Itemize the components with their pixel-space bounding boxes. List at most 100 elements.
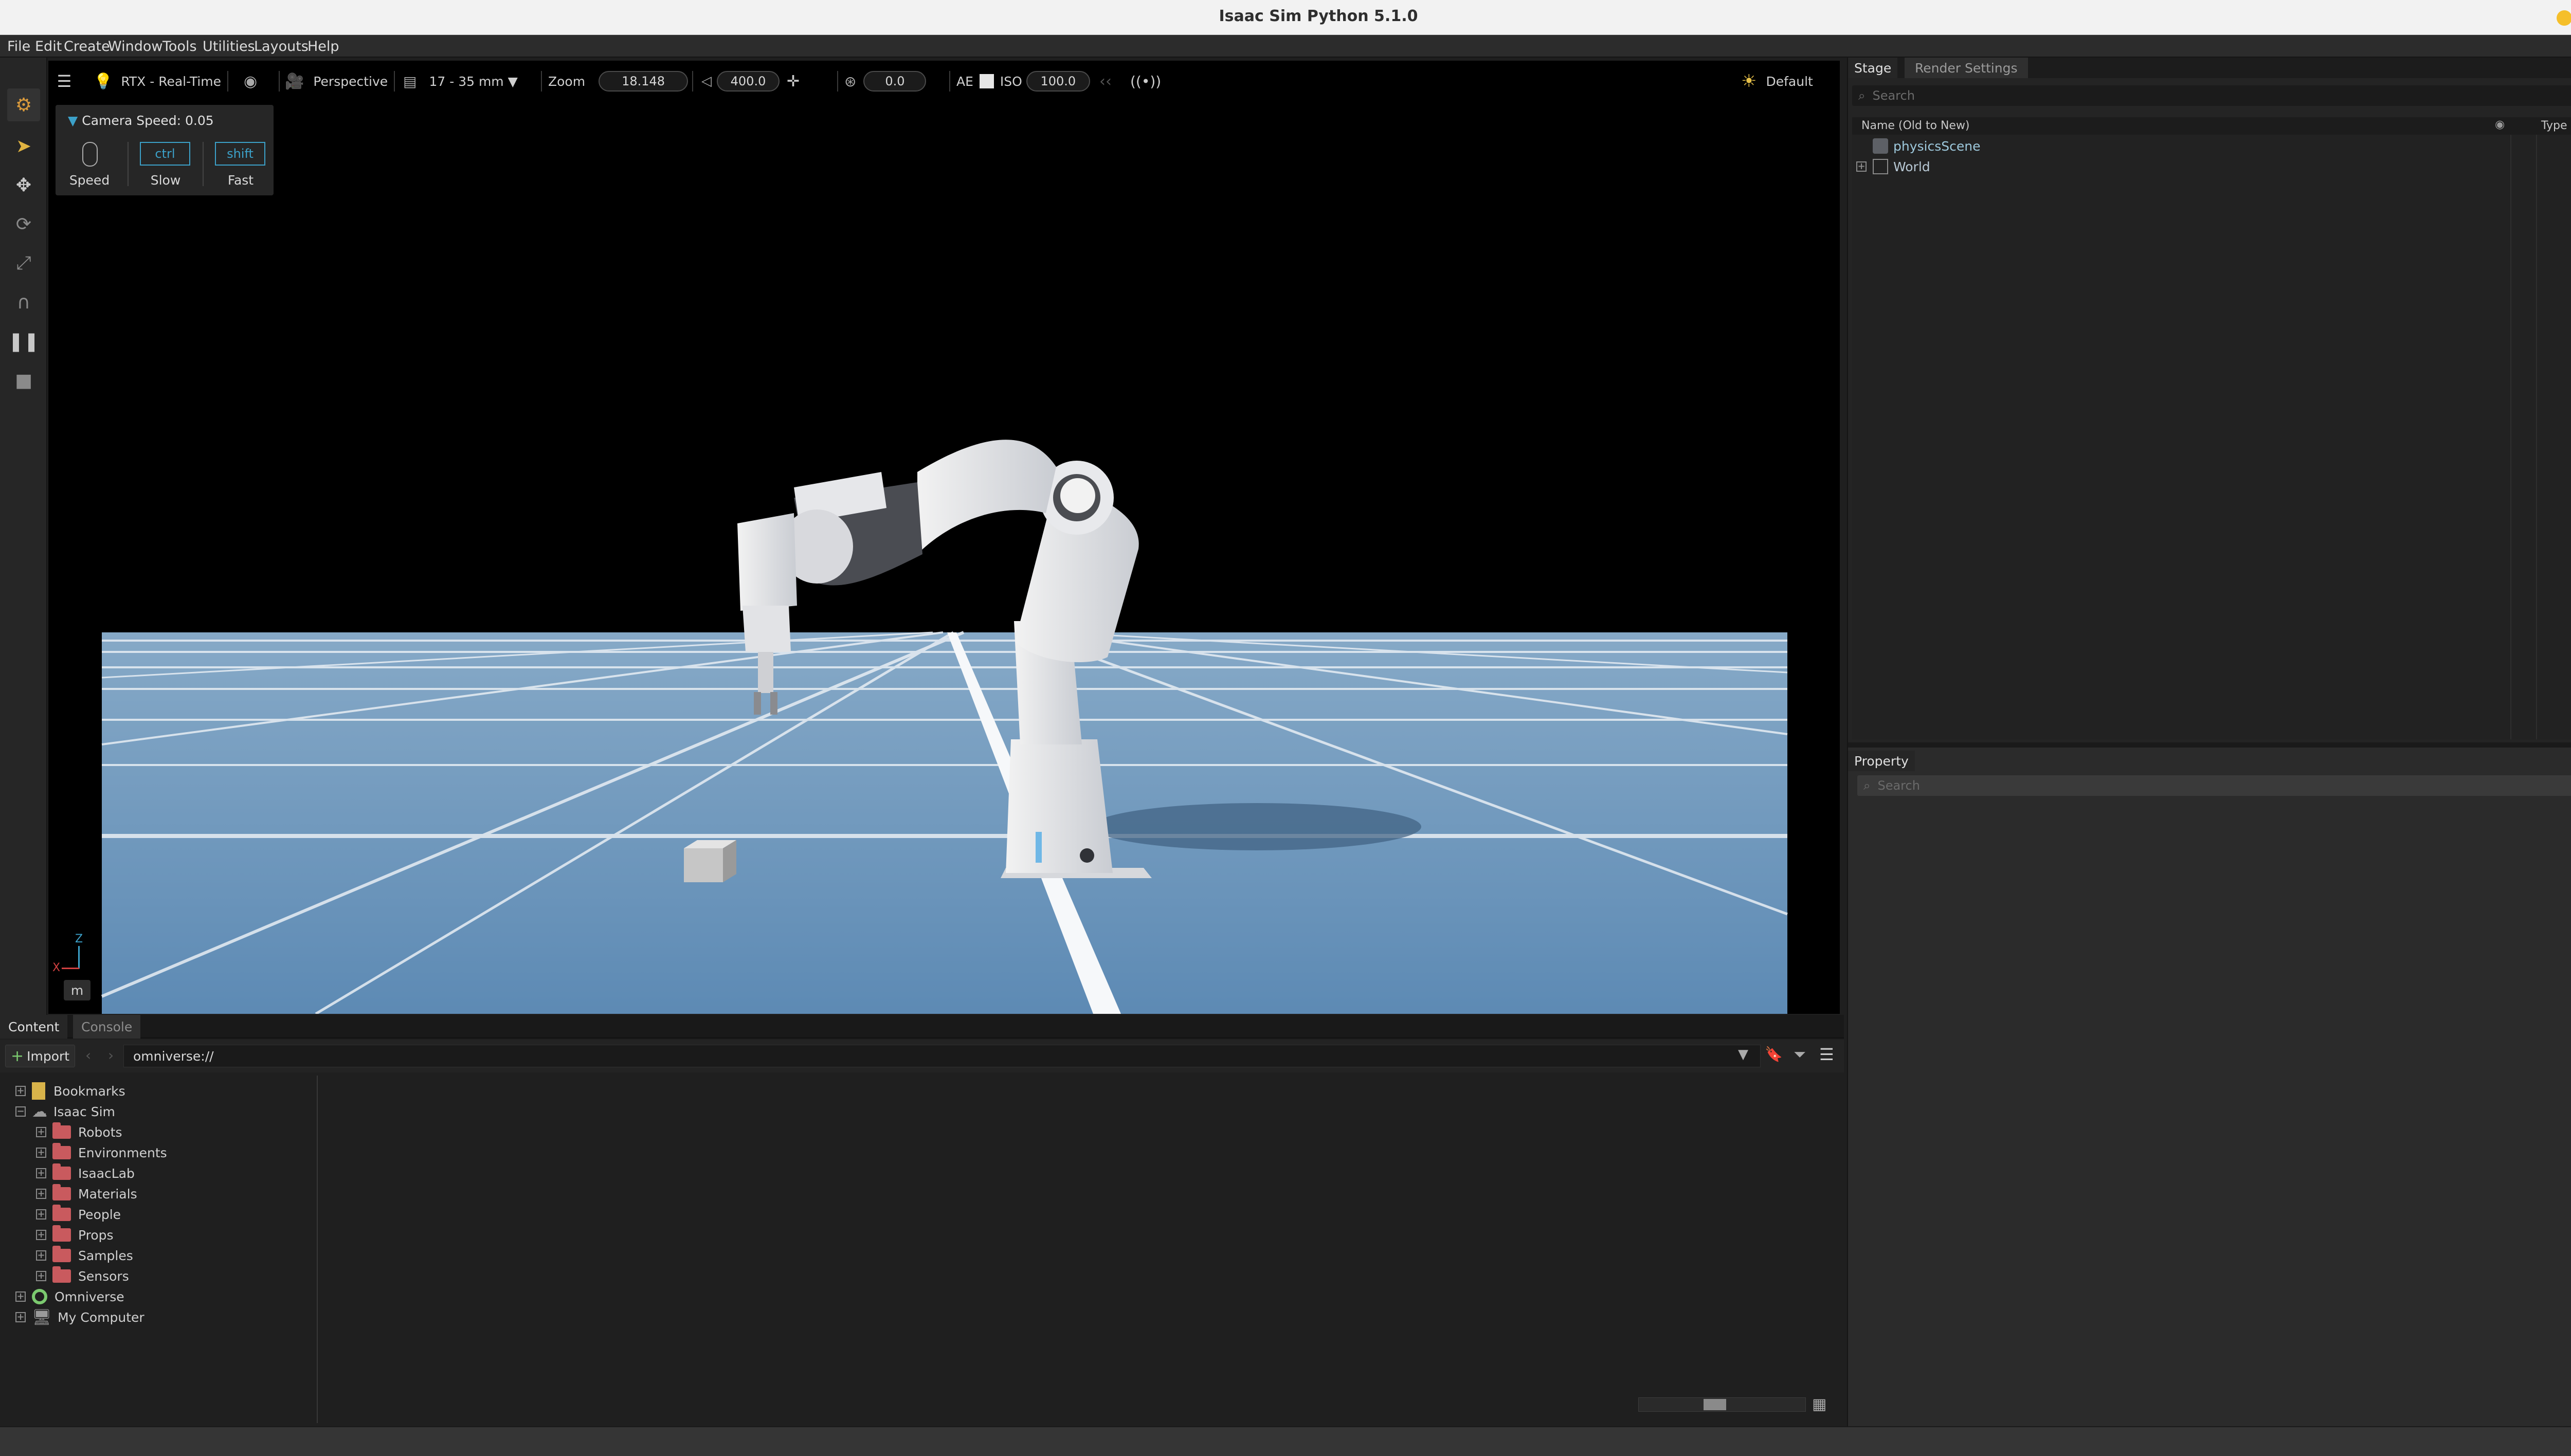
lighting-selector[interactable]: ☀ Default: [1741, 67, 1813, 96]
move-tool-icon[interactable]: ✥: [7, 169, 40, 202]
minimize-button[interactable]: [2557, 10, 2571, 26]
physics-scene-icon: [1873, 138, 1888, 154]
collapse-icon[interactable]: ‹‹: [1099, 67, 1112, 96]
zoom-field[interactable]: 18.148: [599, 71, 689, 92]
menu-tools[interactable]: Tools: [162, 39, 197, 54]
broadcast-icon[interactable]: ((•)): [1130, 67, 1161, 96]
stage-item-physicsscene[interactable]: physicsScene: [1873, 136, 1980, 156]
menu-icon[interactable]: ☰: [1819, 1045, 1834, 1064]
tree-item[interactable]: + Omniverse: [15, 1286, 124, 1307]
panel-splitter[interactable]: [1848, 742, 2571, 748]
viewport-settings-icon[interactable]: ☰: [51, 67, 77, 96]
menu-edit[interactable]: Edit: [35, 39, 62, 54]
mouse-icon: [82, 142, 98, 167]
exposure-field[interactable]: 0.0: [863, 71, 927, 92]
tree-item-label: Samples: [78, 1248, 133, 1263]
stage-item-world[interactable]: + World: [1856, 156, 1930, 177]
property-search-input[interactable]: ⌕ Search: [1857, 775, 2571, 796]
menu-create[interactable]: Create: [64, 39, 110, 54]
lens-selector[interactable]: ▤ 17 - 35 mm ▼: [403, 67, 518, 96]
expand-icon[interactable]: +: [36, 1189, 46, 1199]
menu-window[interactable]: Window: [108, 39, 162, 54]
tab-render-settings[interactable]: Render Settings: [1905, 58, 2028, 78]
expand-icon[interactable]: +: [36, 1250, 46, 1261]
forward-arrow-icon[interactable]: ›: [108, 1047, 114, 1064]
expand-icon[interactable]: +: [36, 1209, 46, 1220]
renderer-selector[interactable]: 💡 RTX - Real-Time: [94, 67, 221, 96]
select-tool-icon[interactable]: ➤: [7, 130, 40, 162]
path-field[interactable]: omniverse://: [123, 1045, 1761, 1067]
tree-item[interactable]: − ☁ Isaac Sim: [15, 1101, 115, 1122]
left-toolbar: ⚙ ➤ ✥ ⟳ ⤢ ∩ ❚❚ ■: [0, 58, 47, 1015]
expand-icon[interactable]: +: [36, 1271, 46, 1281]
tree-item-label: My Computer: [58, 1309, 144, 1325]
tree-item-label: People: [78, 1207, 121, 1222]
isaac-logo-icon[interactable]: ⚙: [7, 88, 40, 121]
filter-icon[interactable]: ⏷: [1794, 1046, 1806, 1064]
path-dropdown-icon[interactable]: ▼: [1738, 1047, 1748, 1062]
tab-stage[interactable]: Stage: [1848, 58, 1898, 78]
column-type[interactable]: Type: [2541, 119, 2567, 132]
stage-search-input[interactable]: ⌕ Search: [1852, 85, 2571, 106]
list-view-icon[interactable]: ▦: [1812, 1395, 1826, 1413]
slow-label: Slow: [150, 173, 181, 188]
tab-content[interactable]: Content: [0, 1015, 68, 1039]
menu-bar: File Edit Create Window Tools Utilities …: [0, 35, 2571, 58]
visibility-eye-icon[interactable]: ◉: [2495, 118, 2505, 131]
content-grid[interactable]: ▦: [319, 1076, 1844, 1423]
back-arrow-icon[interactable]: ‹: [85, 1047, 91, 1064]
expand-icon[interactable]: +: [36, 1230, 46, 1240]
bookmark-icon[interactable]: 🔖: [1765, 1046, 1783, 1063]
expand-icon[interactable]: +: [15, 1086, 26, 1096]
scale-tool-icon[interactable]: ⤢: [7, 247, 40, 280]
tree-item[interactable]: + Bookmarks: [15, 1081, 125, 1101]
tree-item[interactable]: + Environments: [36, 1142, 167, 1163]
expand-icon[interactable]: +: [36, 1148, 46, 1158]
slider-handle[interactable]: [1704, 1399, 1726, 1410]
tree-item[interactable]: + Samples: [36, 1245, 133, 1266]
stop-icon[interactable]: ■: [7, 364, 40, 397]
iso-field[interactable]: 100.0: [1026, 71, 1090, 92]
column-name[interactable]: Name (Old to New): [1861, 119, 1970, 132]
tree-item[interactable]: + Props: [36, 1225, 114, 1245]
expand-icon[interactable]: +: [15, 1291, 26, 1302]
tree-item[interactable]: + People: [36, 1204, 121, 1225]
tab-property[interactable]: Property: [1848, 751, 1915, 771]
zoom-label: Zoom: [548, 74, 586, 89]
tree-item[interactable]: + Materials: [36, 1184, 137, 1204]
snap-magnet-icon[interactable]: ∩: [7, 286, 40, 319]
menu-utilities[interactable]: Utilities: [203, 39, 255, 54]
fov-field[interactable]: 400.0: [717, 71, 780, 92]
menu-layouts[interactable]: Layouts: [254, 39, 309, 54]
path-value: omniverse://: [133, 1048, 214, 1064]
crosshair-icon[interactable]: ✛: [787, 72, 800, 90]
plus-icon: +: [11, 1047, 24, 1065]
tree-item[interactable]: + Sensors: [36, 1266, 129, 1286]
units-button[interactable]: m: [64, 980, 90, 1000]
menu-help[interactable]: Help: [307, 39, 339, 54]
speed-label: Speed: [69, 173, 110, 188]
viewport-scene[interactable]: [48, 61, 1840, 1014]
rotate-tool-icon[interactable]: ⟳: [7, 208, 40, 241]
pause-icon[interactable]: ❚❚: [7, 325, 40, 358]
viewport[interactable]: ☰ 💡 RTX - Real-Time ◉ 🎥 Perspective ▤ 17…: [48, 61, 1840, 1014]
expand-icon[interactable]: +: [1856, 161, 1867, 172]
column-divider: [2510, 135, 2511, 739]
import-button[interactable]: + Import: [5, 1045, 76, 1067]
expand-icon[interactable]: −: [15, 1106, 26, 1117]
tree-item[interactable]: + IsaacLab: [36, 1163, 135, 1184]
tree-item[interactable]: + 🖥 My Computer: [15, 1307, 144, 1327]
camera-selector[interactable]: 🎥 Perspective: [285, 67, 388, 96]
tree-item-label: Materials: [78, 1186, 137, 1202]
tab-console[interactable]: Console: [73, 1015, 141, 1039]
eye-icon[interactable]: ◉: [244, 67, 257, 96]
expand-icon[interactable]: +: [15, 1312, 26, 1322]
ae-checkbox[interactable]: [979, 74, 994, 88]
toolbar-separator: [837, 71, 838, 92]
thumbnail-size-slider[interactable]: [1638, 1397, 1806, 1412]
expand-icon[interactable]: +: [36, 1127, 46, 1137]
expand-icon[interactable]: +: [36, 1168, 46, 1178]
exposure-control: ⊛ 0.0: [844, 67, 927, 96]
menu-file[interactable]: File: [7, 39, 30, 54]
tree-item[interactable]: + Robots: [36, 1122, 122, 1142]
